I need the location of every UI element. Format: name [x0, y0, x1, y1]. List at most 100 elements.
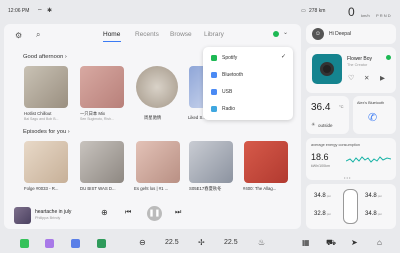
page-indicator: • • • [344, 175, 351, 180]
section-episodes[interactable]: Episodes for you › [23, 129, 70, 135]
tire-unit: psi [326, 194, 331, 198]
tab-home[interactable]: Home [103, 31, 120, 38]
album-art[interactable] [24, 66, 68, 108]
tire-unit: psi [326, 212, 331, 216]
temperature-unit: °C [339, 104, 344, 109]
phone-app-icon[interactable] [20, 239, 29, 248]
disc-icon [320, 62, 334, 76]
tire-value: 34.8 [365, 193, 377, 199]
chevron-down-icon: ⌄ [283, 30, 289, 36]
source-item-spotify[interactable]: Spotify ✓ [203, 50, 293, 67]
tire-pressure-widget[interactable]: 34.8psi 34.8psi 32.8psi 34.8psi [306, 184, 396, 229]
music-widget[interactable]: Flower Boy The Creator ♡ ✕ ▶ [306, 47, 396, 93]
spotify-icon [211, 55, 217, 61]
outside-label: outside [318, 123, 333, 128]
tire-front-left: 34.8psi [314, 193, 331, 199]
play-icon[interactable]: ▶ [380, 74, 385, 82]
usb-icon [211, 89, 217, 95]
calendar-app-icon[interactable] [71, 239, 80, 248]
episode-art[interactable] [24, 141, 68, 183]
messages-app-icon[interactable] [97, 239, 106, 248]
speed-readout: 0 [348, 5, 355, 19]
active-tab-indicator [103, 41, 121, 42]
avatar: ☺ [312, 28, 324, 40]
next-icon[interactable]: ⏭ [175, 209, 181, 217]
episode-art[interactable] [189, 141, 233, 183]
tab-recents[interactable]: Recents [135, 31, 159, 38]
bluetooth-icon: ✱ [47, 8, 53, 14]
artist-avatar[interactable] [136, 66, 178, 108]
steering-heat-icon[interactable]: ⊖ [139, 238, 146, 247]
section-title: Episodes for you [23, 129, 67, 135]
weather-widget[interactable]: 36.4 °C ☀ outside [306, 96, 349, 134]
tire-unit: psi [377, 212, 382, 216]
seat-heat-icon[interactable]: ♨ [258, 238, 265, 247]
source-item-label: Bluetooth [222, 72, 244, 78]
podcast-app-icon[interactable] [45, 239, 54, 248]
close-icon[interactable]: ✕ [364, 74, 369, 82]
source-item-radio[interactable]: Radio [203, 101, 293, 118]
range-readout: 278 km [309, 8, 326, 14]
tab-browse[interactable]: Browse [170, 31, 192, 38]
tile-title: Hotlist Chillout [24, 111, 52, 116]
tile-title: 周星驰情 [144, 115, 162, 120]
home-icon[interactable]: ⌂ [377, 238, 382, 247]
music-widget-subtitle: The Creator [347, 63, 368, 67]
tile-title: #400: The Allag... [243, 186, 277, 191]
phone-icon: ✆ [368, 112, 378, 124]
settings-icon[interactable]: ⚙ [15, 31, 22, 40]
energy-value: 18.6 [311, 152, 329, 162]
tire-rear-left: 32.8psi [314, 211, 331, 217]
album-art[interactable] [80, 66, 124, 108]
tile-subtitle: Bai Sagu and Bob B... [24, 117, 59, 121]
wifi-icon: ⌔ [37, 9, 43, 15]
profile-widget[interactable]: ☺ Hi Deepal [306, 24, 396, 44]
tire-rear-right: 34.8psi [365, 211, 382, 217]
episode-art[interactable] [136, 141, 180, 183]
phone-widget[interactable]: Alex's Bluetooth ✆ [353, 96, 396, 134]
sun-icon: ☀ [311, 122, 316, 128]
tile-title: Folge #0033 - R... [24, 186, 59, 191]
energy-sparkline [346, 156, 391, 163]
fan-icon[interactable]: ✢ [198, 238, 205, 247]
source-item-usb[interactable]: USB [203, 84, 293, 101]
source-item-label: Radio [222, 106, 236, 112]
gear-indicator: P R N D [376, 13, 391, 18]
search-icon[interactable]: ⌕ [36, 30, 40, 40]
temp-right[interactable]: 22.5 [224, 239, 238, 246]
bluetooth-icon [211, 72, 217, 78]
navigation-icon[interactable]: ➤ [351, 238, 358, 247]
heart-icon[interactable]: ♡ [348, 74, 354, 82]
tile-subtitle: Sen Sugimoto, Rish... [80, 117, 114, 121]
tire-value: 34.8 [365, 211, 377, 217]
episode-art[interactable] [244, 141, 288, 183]
music-widget-title: Flower Boy [347, 56, 373, 62]
section-title: Good afternoon [23, 54, 64, 60]
add-icon[interactable]: ⊕ [101, 208, 108, 217]
tab-library[interactable]: Library [204, 31, 224, 38]
tile-title: Es geht los | #1 ... [134, 186, 169, 191]
source-item-bluetooth[interactable]: Bluetooth [203, 67, 293, 84]
episode-art[interactable] [80, 141, 124, 183]
tire-value: 32.8 [314, 211, 326, 217]
now-playing-title: heartache in july [35, 209, 72, 215]
car-top-view-icon [343, 189, 358, 224]
now-playing-art[interactable] [14, 207, 31, 224]
phone-label: Alex's Bluetooth [357, 101, 385, 105]
apps-grid-icon[interactable]: ▦ [302, 238, 310, 247]
previous-icon[interactable]: ⏮ [125, 209, 131, 217]
car-icon[interactable]: ⛟ [326, 238, 336, 248]
now-playing-artist: Philippa Brindy [35, 216, 61, 220]
status-bar: 12:06 PM ⌔ ✱ ▭ 278 km 0 km/h P R N D [0, 0, 400, 24]
source-dropdown: Spotify ✓ Bluetooth USB Radio [203, 47, 293, 120]
speed-unit: km/h [361, 13, 370, 18]
tire-value: 34.8 [314, 193, 326, 199]
pause-button[interactable]: ❚❚ [147, 206, 162, 221]
temp-left[interactable]: 22.5 [165, 239, 179, 246]
music-widget-art [312, 54, 342, 84]
spotify-icon [273, 31, 279, 37]
clock: 12:06 PM [8, 8, 30, 14]
source-selector[interactable]: ⌄ [273, 29, 295, 39]
section-good-afternoon[interactable]: Good afternoon › [23, 54, 67, 60]
energy-widget[interactable]: average energy consumption 18.6 kWh/100k… [306, 138, 396, 180]
